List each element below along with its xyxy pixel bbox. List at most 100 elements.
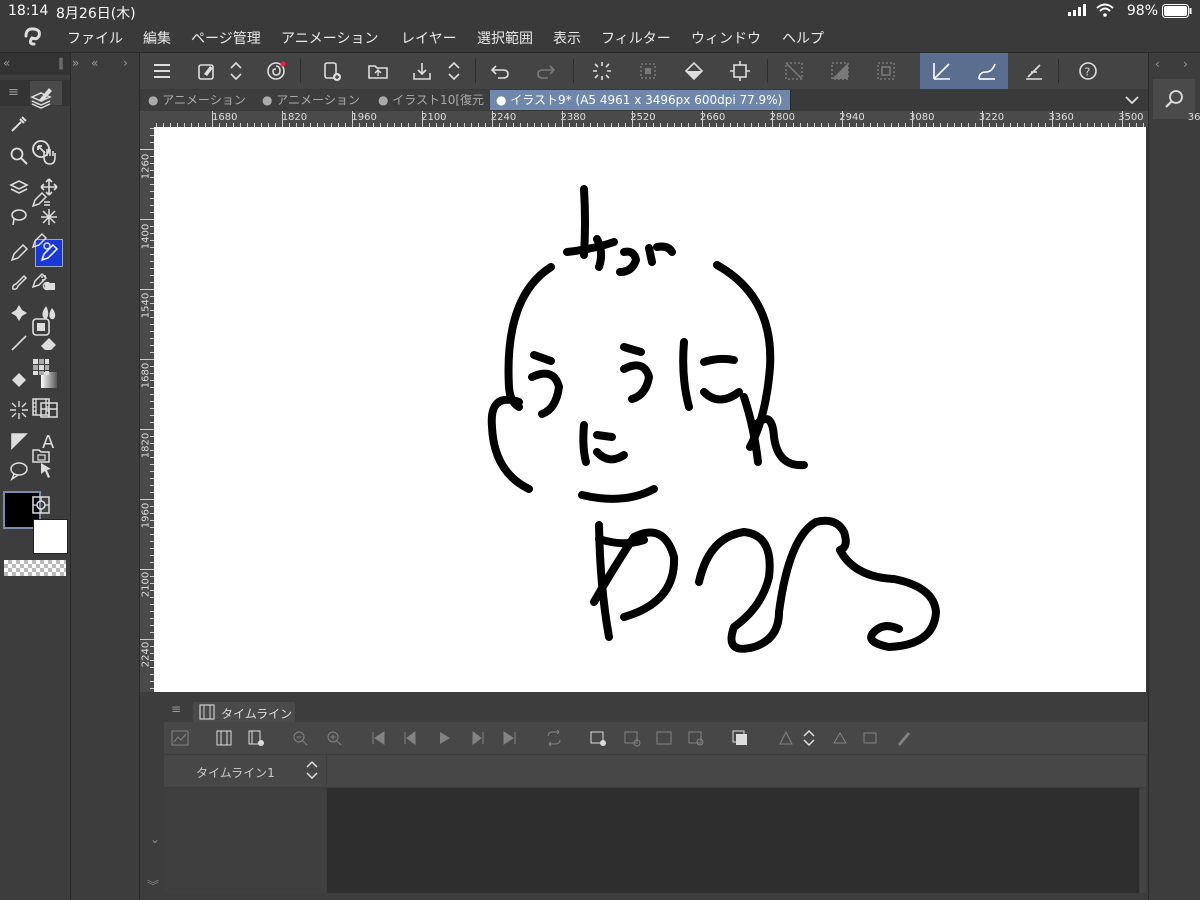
new-timeline-icon[interactable] (170, 728, 190, 748)
timeline-menu-icon[interactable]: ≡ (171, 702, 181, 716)
double-chevron-down-icon[interactable]: ︾ (147, 877, 159, 894)
edit-pen-icon[interactable] (894, 728, 914, 748)
menu-help[interactable]: ヘルプ (782, 28, 824, 48)
collapse-icon[interactable]: « (91, 56, 98, 70)
tab-timeline[interactable]: タイムライン (193, 702, 295, 722)
drawing-canvas[interactable] (154, 127, 1146, 692)
ruler-v-label: 1540 (140, 293, 152, 319)
onion-skin-icon[interactable] (730, 728, 750, 748)
menu-icon[interactable] (148, 57, 176, 85)
ruler-h-label: 2100 (421, 112, 447, 123)
timeline-name-row[interactable]: タイムライン1 (164, 755, 326, 787)
new-file-icon[interactable] (193, 57, 221, 85)
color-wheel-panel-icon[interactable] (28, 314, 54, 340)
menu-file[interactable]: ファイル (67, 28, 123, 48)
timeline-frame-header[interactable] (327, 755, 1146, 787)
ruler-h-label: 1960 (351, 112, 377, 123)
zoom-in-icon[interactable] (324, 728, 344, 748)
menu-selection[interactable]: 選択範囲 (477, 28, 533, 48)
grid-snap-icon[interactable] (1020, 57, 1048, 85)
keyframe-icon[interactable] (776, 728, 796, 748)
tab-illust-10[interactable]: ● イラスト10[復元 (372, 90, 493, 110)
tab-animation-1[interactable]: ● アニメーション (142, 90, 259, 110)
sub-view-panel-icon[interactable] (28, 492, 54, 518)
collapse-down-icon[interactable]: ⌄ (150, 832, 160, 846)
timeline-stepper-icon[interactable] (305, 758, 319, 785)
zoom-out-icon[interactable] (290, 728, 310, 748)
ruler-h-tick (422, 111, 423, 127)
ruler-snap-icon[interactable] (928, 57, 956, 85)
transform-icon[interactable] (726, 57, 754, 85)
navigator-panel-icon[interactable] (28, 136, 54, 162)
deselect-icon[interactable] (780, 57, 808, 85)
quick-access-stepper-icon[interactable] (228, 57, 244, 85)
first-frame-icon[interactable] (368, 728, 388, 748)
save-icon[interactable] (408, 57, 436, 85)
invert-selection-icon[interactable] (826, 57, 854, 85)
frame-rate-icon[interactable] (214, 728, 234, 748)
document-tab-bar: ● アニメーション ● アニメーション ● イラスト10[復元 ● イラスト9*… (140, 89, 1148, 111)
ruler-h-tick (912, 111, 913, 127)
tool-settings-panel-icon[interactable] (28, 227, 54, 253)
menu-page[interactable]: ページ管理 (191, 28, 261, 48)
timeline-layer-list[interactable] (164, 788, 326, 893)
animation-cels-panel-icon[interactable] (28, 394, 54, 420)
brush-size-panel-icon[interactable] (28, 267, 54, 293)
timeline-frames-area[interactable] (327, 788, 1139, 893)
previous-frame-icon[interactable] (400, 728, 420, 748)
delete-cel-icon[interactable] (654, 728, 674, 748)
next-frame-icon[interactable] (468, 728, 488, 748)
save-stepper-icon[interactable] (446, 57, 462, 85)
new-canvas-icon[interactable] (318, 57, 346, 85)
palette-menu-icon[interactable]: ≡ (8, 85, 19, 100)
tab-illust-9[interactable]: ● イラスト9* (A5 4961 x 3496px 600dpi 77.9%) (490, 90, 791, 110)
material-panel-icon[interactable] (28, 442, 54, 468)
menu-edit[interactable]: 編集 (143, 28, 171, 48)
snap-stroke-icon[interactable] (973, 57, 1001, 85)
tab-animation-2[interactable]: ● アニメーション (256, 90, 375, 110)
tool-property-panel-icon[interactable] (28, 186, 54, 212)
cel-settings-icon[interactable] (686, 728, 706, 748)
chevron-down-icon[interactable] (1124, 92, 1140, 111)
undo-icon[interactable] (486, 57, 514, 85)
ruler-v-tick (140, 289, 154, 290)
keyframe-stepper-icon[interactable] (802, 728, 816, 748)
chevron-right-icon[interactable]: › (123, 56, 128, 70)
collapse-left-icon[interactable]: « (3, 56, 10, 70)
menu-filter[interactable]: フィルター (601, 28, 671, 48)
new-animation-folder-icon[interactable] (246, 728, 266, 748)
timeline-scrollbar[interactable] (1140, 788, 1146, 893)
menu-layer[interactable]: レイヤー (401, 28, 457, 48)
layer-panel-icon[interactable] (28, 87, 54, 113)
quick-access-icon[interactable] (262, 57, 290, 85)
battery-icon (1162, 4, 1192, 22)
select-all-icon[interactable] (872, 57, 900, 85)
sub-color-swatch[interactable] (33, 519, 68, 554)
ruler-v-label: 2100 (140, 571, 152, 598)
keyframe-interpolation-icon[interactable] (860, 728, 880, 748)
menu-view[interactable]: 表示 (553, 28, 581, 48)
expand-icon[interactable]: » (72, 56, 79, 70)
menu-window[interactable]: ウィンドウ (691, 28, 761, 48)
last-frame-icon[interactable] (500, 728, 520, 748)
loop-icon[interactable] (544, 728, 564, 748)
chevron-right-icon[interactable]: › (1183, 57, 1188, 71)
clear-icon[interactable] (588, 57, 616, 85)
fill-selection-icon[interactable] (634, 57, 662, 85)
help-icon[interactable]: ? (1074, 57, 1102, 85)
vertical-ruler: 126014001540168018201960210022402380 (140, 127, 154, 737)
clear-keyframe-icon[interactable] (830, 728, 850, 748)
transparent-color-swatch[interactable] (4, 560, 66, 576)
clip-studio-logo-icon[interactable] (22, 26, 44, 46)
redo-icon[interactable] (532, 57, 560, 85)
fill-icon[interactable] (680, 57, 708, 85)
new-animation-cel-icon[interactable] (588, 728, 608, 748)
specify-cel-icon[interactable] (622, 728, 642, 748)
play-icon[interactable] (434, 728, 454, 748)
menu-animation[interactable]: アニメーション (281, 28, 378, 48)
grip-icon[interactable]: ∥ (58, 56, 64, 70)
eyedropper-tool-icon[interactable] (6, 111, 32, 137)
chevron-left-icon[interactable]: ‹ (1155, 57, 1160, 71)
color-set-panel-icon[interactable] (28, 354, 54, 380)
open-folder-icon[interactable] (364, 57, 392, 85)
